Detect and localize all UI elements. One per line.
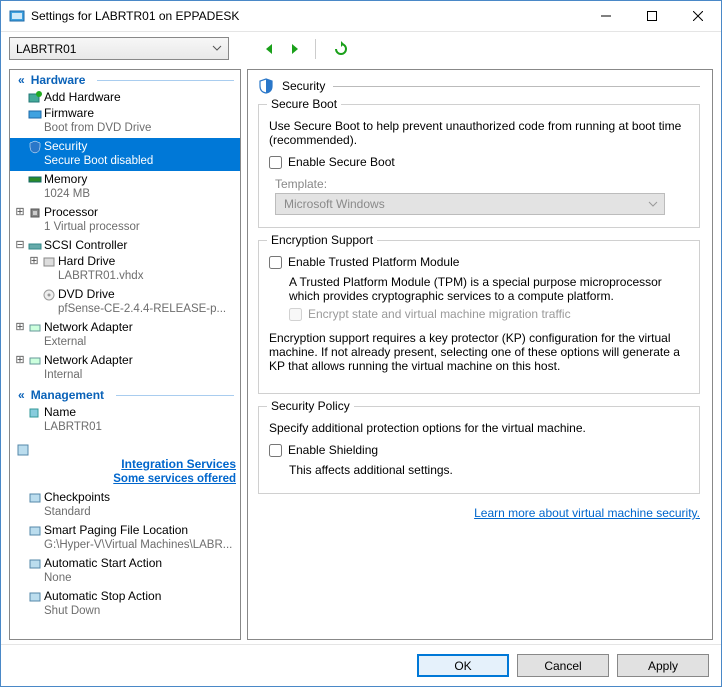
tree-item-autostart[interactable]: Automatic Start ActionNone [10,555,240,588]
tree-item-scsi[interactable]: ⊟ SCSI Controller [10,237,240,253]
add-hardware-icon [26,90,44,105]
chevron-down-icon [212,42,222,54]
nic-icon [26,353,44,385]
controller-icon [26,238,44,253]
enable-secure-boot-row[interactable]: Enable Secure Boot [269,155,689,169]
apply-button[interactable]: Apply [617,654,709,677]
expand-icon[interactable]: ⊞ [14,353,26,385]
titlebar: Settings for LABRTR01 on EPPADESK [1,1,721,31]
tree-item-name[interactable]: NameLABRTR01 [10,404,240,437]
tree-item-checkpoints[interactable]: CheckpointsStandard [10,489,240,522]
enable-tpm-row[interactable]: Enable Trusted Platform Module [269,255,689,269]
checkbox-label: Enable Trusted Platform Module [288,255,459,269]
tree-item-integration[interactable]: Integration ServicesSome services offere… [10,441,240,489]
checkbox-label: Encrypt state and virtual machine migrat… [308,307,571,321]
group-title: Encryption Support [267,233,377,247]
tree-item-smartpaging[interactable]: Smart Paging File LocationG:\Hyper-V\Vir… [10,522,240,555]
tag-icon [26,405,44,437]
toolbar: LABRTR01 [1,31,721,63]
settings-tree[interactable]: « Hardware Add Hardware FirmwareBoot fro… [9,69,241,640]
group-title: Security Policy [267,399,354,413]
management-section-header: « Management [10,385,240,404]
secure-boot-desc: Use Secure Boot to help prevent unauthor… [269,119,689,147]
content-header: Security [258,78,700,94]
tree-item-network-2[interactable]: ⊞ Network AdapterInternal [10,352,240,385]
settings-window: Settings for LABRTR01 on EPPADESK LABRTR… [0,0,722,687]
minimize-button[interactable] [583,1,629,31]
paging-icon [26,523,44,555]
vm-selector-value: LABRTR01 [16,42,76,56]
tree-item-network-1[interactable]: ⊞ Network AdapterExternal [10,319,240,352]
tree-item-add-hardware[interactable]: Add Hardware [10,89,240,105]
security-policy-group: Security Policy Specify additional prote… [258,406,700,494]
kp-desc: Encryption support requires a key protec… [269,331,689,373]
disc-icon [40,287,58,319]
encryption-group: Encryption Support Enable Trusted Platfo… [258,240,700,394]
tree-item-autostop[interactable]: Automatic Stop ActionShut Down [10,588,240,621]
close-button[interactable] [675,1,721,31]
encrypt-migration-row: Encrypt state and virtual machine migrat… [289,307,689,321]
tpm-desc: A Trusted Platform Module (TPM) is a spe… [289,275,689,303]
template-dropdown: Microsoft Windows [275,193,665,215]
collapse-icon[interactable]: « [18,73,25,87]
maximize-button[interactable] [629,1,675,31]
enable-shielding-checkbox[interactable] [269,444,282,457]
checkpoint-icon [26,490,44,522]
shielding-note: This affects additional settings. [289,463,689,477]
secure-boot-group: Secure Boot Use Secure Boot to help prev… [258,104,700,228]
collapse-icon[interactable]: « [18,388,25,402]
checkbox-label: Enable Shielding [288,443,378,457]
learn-more-link[interactable]: Learn more about virtual machine securit… [258,506,700,520]
chevron-down-icon [648,198,658,210]
hdd-icon [40,254,58,286]
tree-item-memory[interactable]: Memory1024 MB [10,171,240,204]
nav-prev-button[interactable] [259,39,279,59]
enable-tpm-checkbox[interactable] [269,256,282,269]
tree-item-hard-drive[interactable]: ⊞ Hard DriveLABRTR01.vhdx [10,253,240,286]
expand-icon[interactable]: ⊞ [14,320,26,352]
content-panel: Security Secure Boot Use Secure Boot to … [247,69,713,640]
nic-icon [26,320,44,352]
hardware-section-header: « Hardware [10,70,240,89]
expand-icon[interactable]: ⊞ [28,254,40,286]
ok-button[interactable]: OK [417,654,509,677]
autostop-icon [26,589,44,621]
services-icon [14,442,32,457]
tree-item-firmware[interactable]: FirmwareBoot from DVD Drive [10,105,240,138]
checkbox-label: Enable Secure Boot [288,155,395,169]
vm-selector-dropdown[interactable]: LABRTR01 [9,37,229,60]
memory-icon [26,172,44,204]
cpu-icon [26,205,44,237]
autostart-icon [26,556,44,588]
shield-icon [26,139,44,171]
dialog-footer: OK Cancel Apply [1,644,721,686]
tree-item-security[interactable]: SecuritySecure Boot disabled [10,138,240,171]
enable-secure-boot-checkbox[interactable] [269,156,282,169]
policy-desc: Specify additional protection options fo… [269,421,689,435]
reload-button[interactable] [330,38,352,60]
app-icon [9,8,25,24]
encrypt-migration-checkbox [289,308,302,321]
group-title: Secure Boot [267,97,341,111]
tree-item-processor[interactable]: ⊞ Processor1 Virtual processor [10,204,240,237]
template-value: Microsoft Windows [284,197,385,211]
window-title: Settings for LABRTR01 on EPPADESK [31,9,239,23]
tree-item-dvd-drive[interactable]: DVD DrivepfSense-CE-2.4.4-RELEASE-p... [10,286,240,319]
enable-shielding-row[interactable]: Enable Shielding [269,443,689,457]
content-title: Security [282,79,325,93]
collapse-icon[interactable]: ⊟ [14,238,26,253]
expand-icon[interactable]: ⊞ [14,205,26,237]
cancel-button[interactable]: Cancel [517,654,609,677]
template-label: Template: [275,177,689,191]
shield-icon [258,78,274,94]
firmware-icon [26,106,44,138]
nav-next-button[interactable] [285,39,305,59]
